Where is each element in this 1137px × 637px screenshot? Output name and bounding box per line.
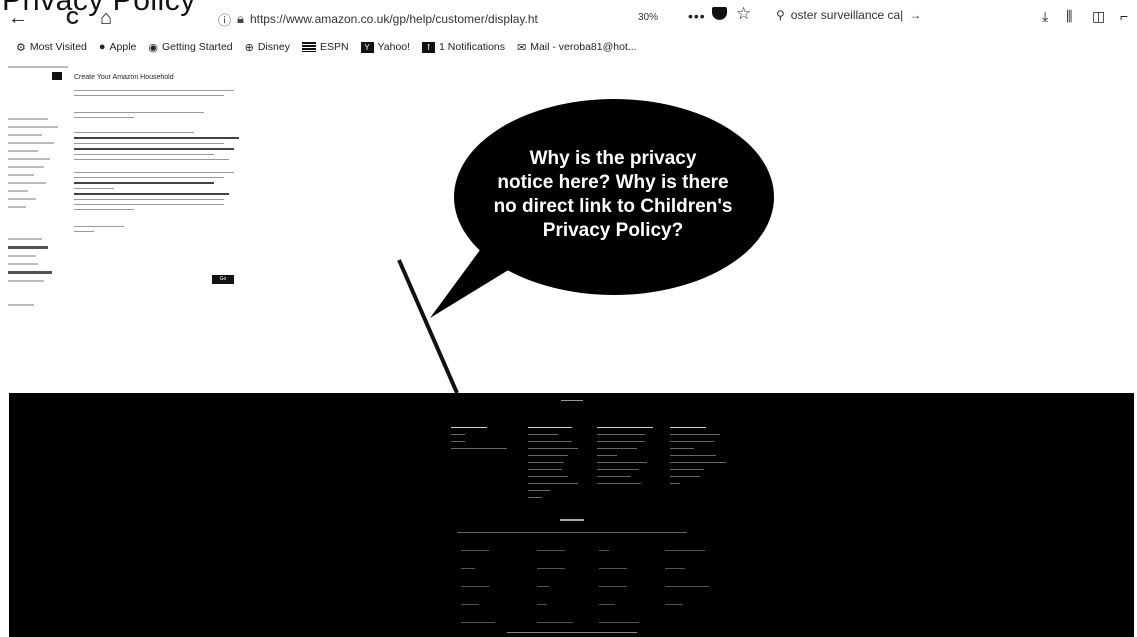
region-heading: [9, 517, 1134, 523]
page-footer: [9, 393, 1134, 637]
legal-links[interactable]: [9, 629, 1134, 635]
footer-column: [528, 421, 598, 504]
footer-column: [597, 421, 667, 490]
callout-pointer-line: [397, 259, 459, 394]
back-to-top[interactable]: [9, 398, 1134, 402]
footer-column: [451, 421, 521, 455]
callout-line: Why is the privacy: [529, 148, 697, 169]
callout-line: notice here? Why is there: [497, 172, 729, 193]
footer-column: [670, 421, 740, 490]
callout-line: no direct link to Children's: [493, 196, 733, 217]
country-links[interactable]: [9, 529, 1134, 535]
callout-line: Privacy Policy?: [542, 220, 684, 241]
callout-text: Why is the privacy notice here? Why is t…: [468, 147, 758, 243]
